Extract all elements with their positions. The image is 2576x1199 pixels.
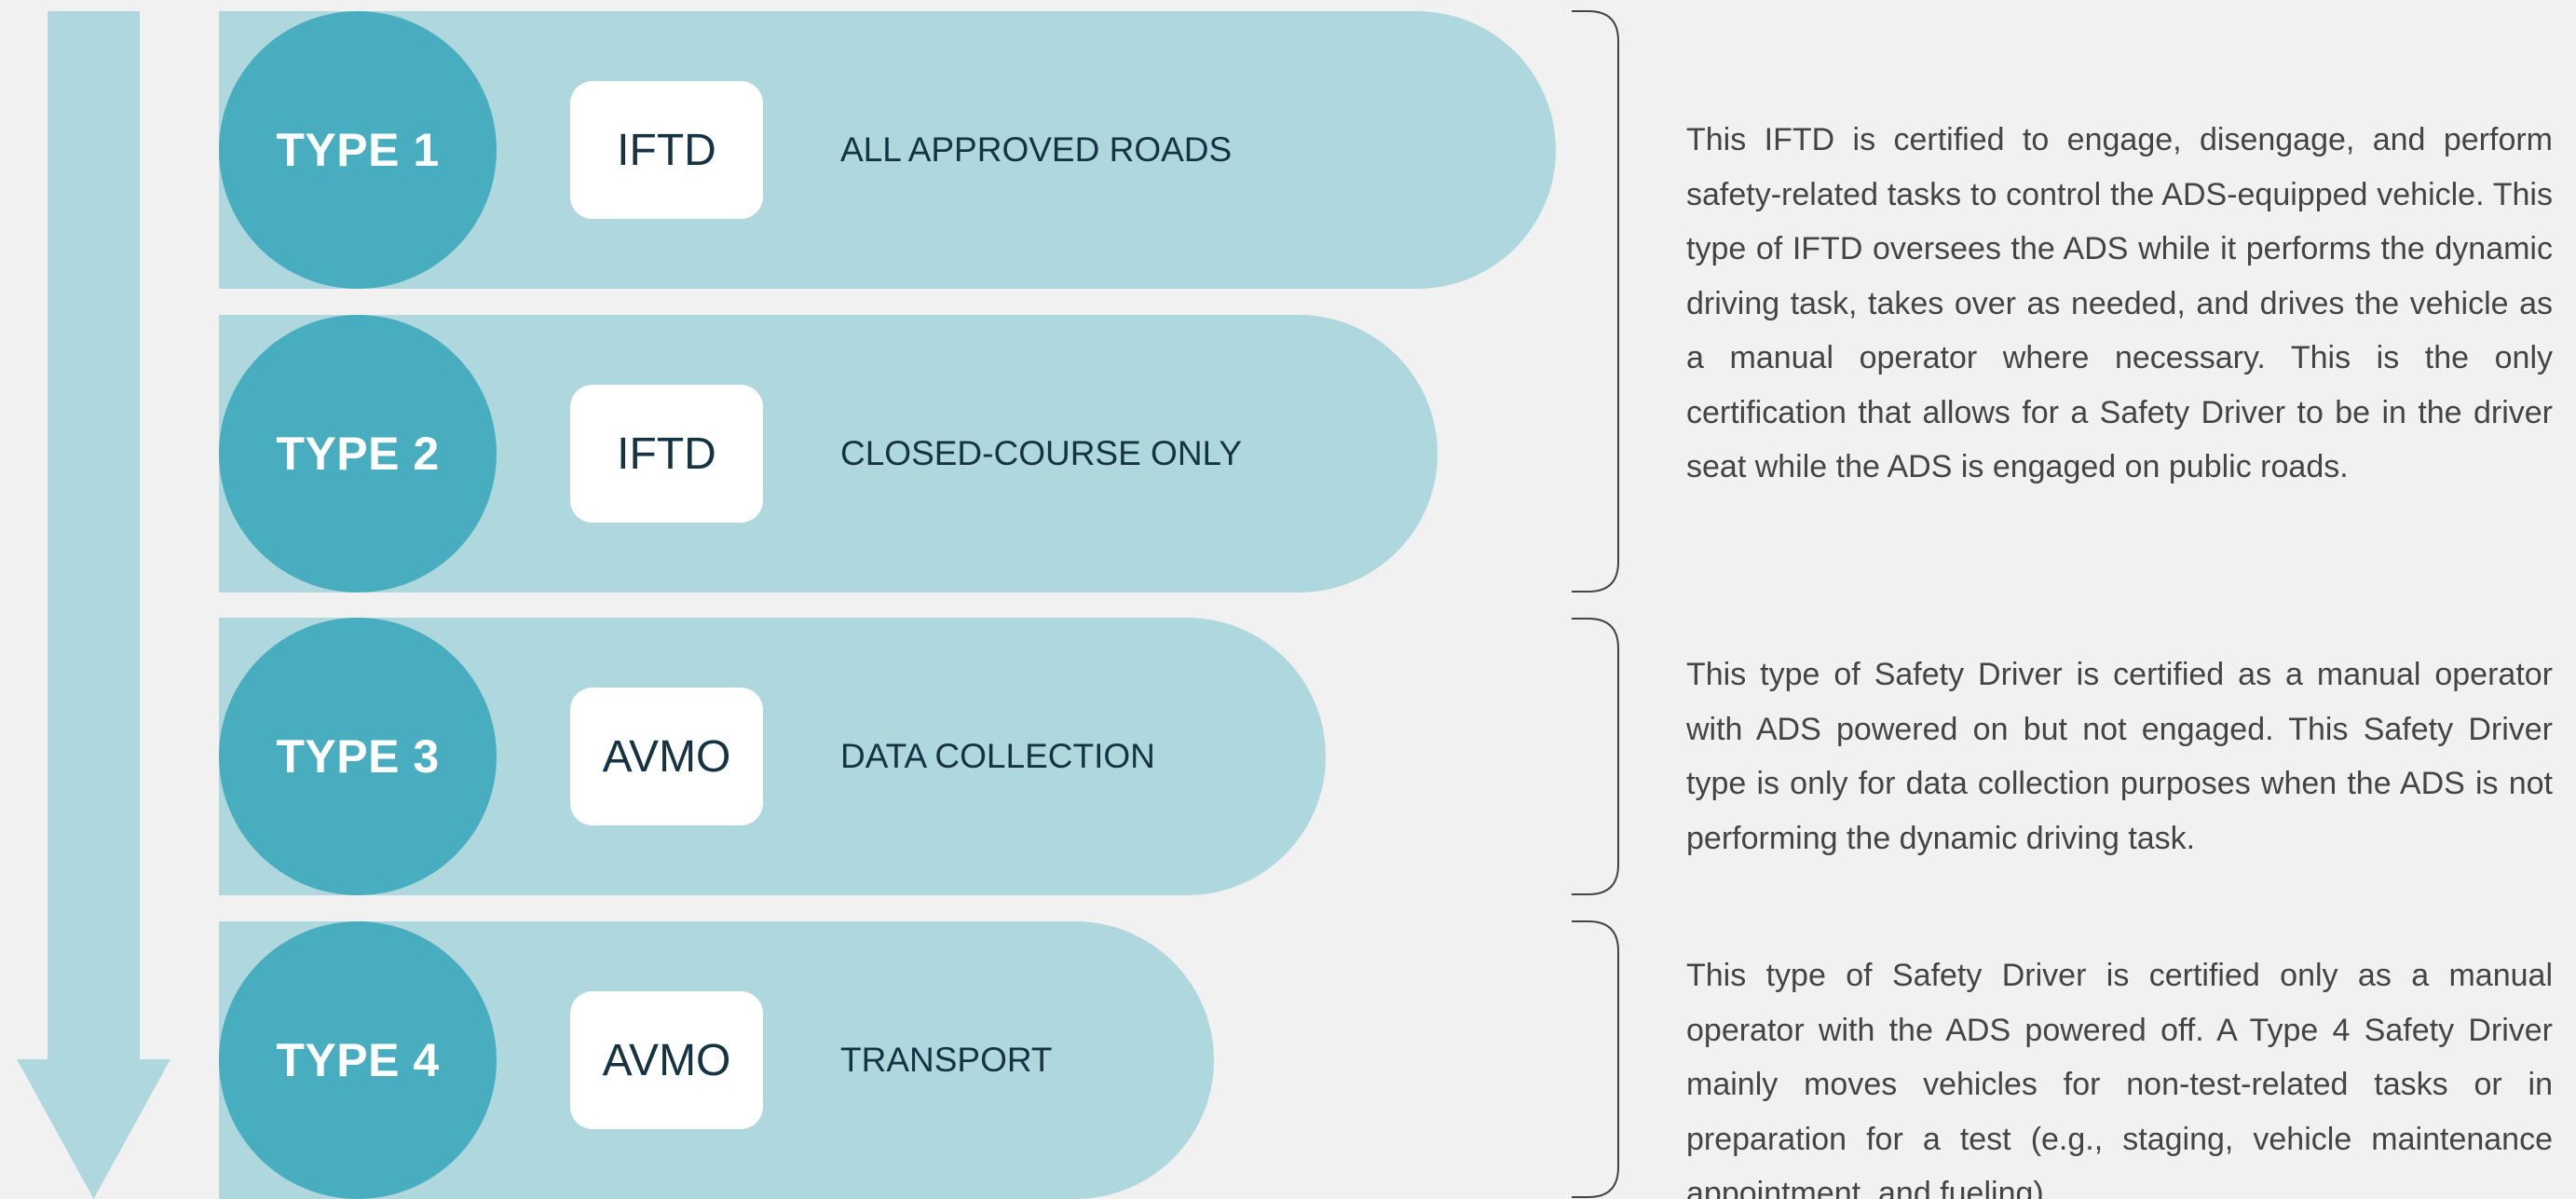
type-4-cert-box: AVMO [570,991,763,1129]
type-2-badge: TYPE 2 [219,315,497,593]
type-1-cert-box: IFTD [570,81,763,219]
type-2-scope: CLOSED-COURSE ONLY [840,434,1243,472]
type-4-badge: TYPE 4 [219,921,497,1199]
type-1-badge: TYPE 1 [219,11,497,289]
type-4-cert: AVMO [602,1035,731,1085]
type-3-cert-box: AVMO [570,688,763,825]
type-1-scope: ALL APPROVED ROADS [840,130,1233,169]
type-3-badge: TYPE 3 [219,618,497,895]
down-arrow-icon [17,11,170,1199]
description-type-3: This type of Safety Driver is certified … [1686,657,2553,856]
type-2-label: TYPE 2 [276,428,440,480]
bracket-type-4 [1572,920,1619,1198]
type-1-cert: IFTD [617,125,716,175]
bracket-type-3 [1572,618,1619,895]
bracket-types-1-2 [1572,10,1619,593]
safety-driver-types-diagram: TYPE 1 IFTD ALL APPROVED ROADS TYPE 2 IF… [0,0,2576,1199]
type-2-cert: IFTD [617,429,716,479]
type-4-scope: TRANSPORT [840,1041,1053,1079]
type-3-label: TYPE 3 [276,730,440,783]
type-1-label: TYPE 1 [276,124,440,176]
type-3-cert: AVMO [602,731,731,782]
description-types-1-2: This IFTD is certified to engage, diseng… [1686,122,2553,484]
type-4-label: TYPE 4 [276,1034,440,1086]
description-type-4: This type of Safety Driver is certified … [1686,958,2553,1199]
type-2-cert-box: IFTD [570,385,763,523]
type-3-scope: DATA COLLECTION [840,737,1155,775]
